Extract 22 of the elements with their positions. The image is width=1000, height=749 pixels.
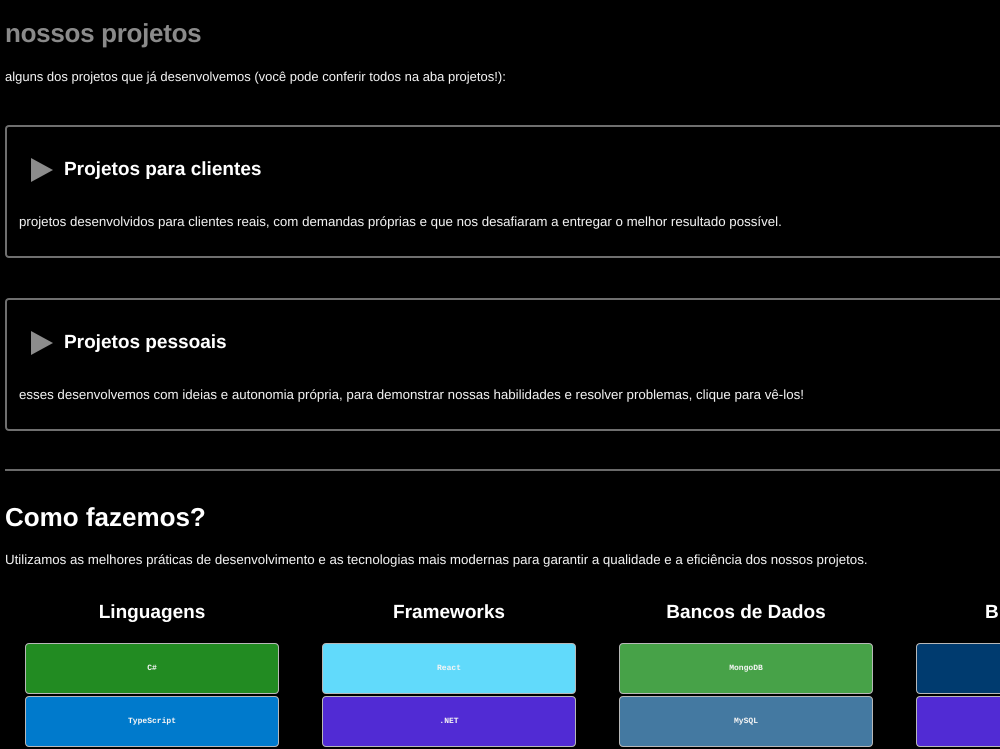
triangle-icon[interactable] [31,158,53,182]
triangle-icon[interactable] [31,331,53,355]
tile-label: React [436,664,461,674]
tile-label: MongoDB [729,664,763,674]
section-description: Utilizamos as melhores práticas de desenvolvimento e as tecnologias mais modernas para garantir a qualidade e a eficiência dos nossos projetos. [5,552,868,568]
group-description: projetos desenvolvidos para clientes reais, com demandas próprias e que nos desafiaram a entregar o melhor resultado possível. [19,214,782,230]
tile-label: TypeScript [128,716,176,726]
column-heading: Frameworks [393,601,505,625]
column-heading: Bancos de Dados [666,601,826,625]
group-title[interactable]: Projetos pessoais [64,331,227,355]
column-heading: B [985,601,999,625]
column-heading: Linguagens [98,601,206,625]
section-subtitle: alguns dos projetos que já desenvolvemos (você pode conferir todos na aba projetos!): [5,69,506,85]
project-group-card[interactable]: Projetos para clientes projetos desenvolvidos para clientes reais, com demandas próprias e que nos desafiaram a entregar o melhor resultado possível. [5,125,1000,258]
tile-label: C# [147,664,157,674]
tile-label: .NET [439,716,459,726]
group-description: esses desenvolvemos com ideias e autonomia própria, para demonstrar nossas habilidades e resolver problemas, clique para vê-los! [19,387,804,403]
tile-label: MySQL [734,716,758,726]
section-title: nossos projetos [5,18,202,48]
section-title: Como fazemos? [5,502,206,532]
project-group-card[interactable]: Projetos pessoais esses desenvolvemos com ideias e autonomia própria, para demonstrar nossas habilidades e resolver problemas, clique para vê-los! [5,298,1000,431]
group-title[interactable]: Projetos para clientes [64,158,262,182]
